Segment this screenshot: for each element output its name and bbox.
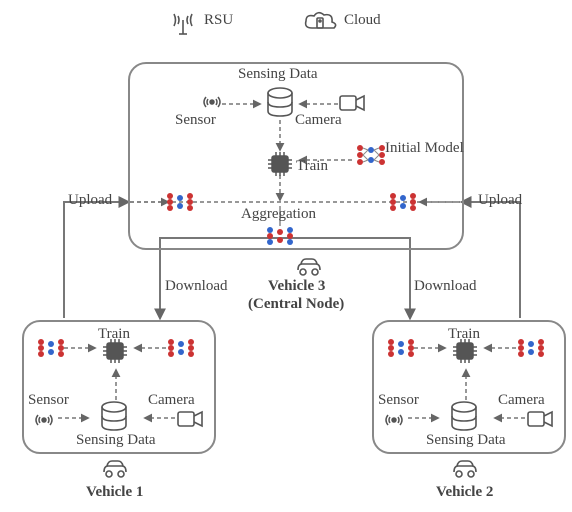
rsu-icon xyxy=(168,8,198,36)
chip-icon xyxy=(452,338,478,364)
sensor-icon xyxy=(382,408,406,432)
nn-icon xyxy=(36,336,66,360)
chip-icon xyxy=(102,338,128,364)
v2-camera: Camera xyxy=(498,392,545,409)
camera-icon xyxy=(176,408,204,430)
v2-sensor: Sensor xyxy=(378,392,419,409)
central-sensing-data: Sensing Data xyxy=(238,66,318,83)
car-icon xyxy=(100,456,130,480)
nn-icon xyxy=(386,336,416,360)
diagram-canvas: RSU Cloud Sensing Data Sensor Camera Tra… xyxy=(0,0,572,512)
car-icon xyxy=(450,456,480,480)
sensor-icon xyxy=(200,90,224,114)
camera-icon xyxy=(338,92,366,114)
car-icon xyxy=(294,254,324,278)
nn-icon-initial xyxy=(354,142,388,168)
vehicle1-label: Vehicle 1 xyxy=(86,484,143,501)
central-initial-model-label: Initial Model xyxy=(385,140,464,157)
vehicle2-label: Vehicle 2 xyxy=(436,484,493,501)
vehicle3-role: (Central Node) xyxy=(248,296,344,313)
central-sensor-label: Sensor xyxy=(175,112,216,129)
nn-icon xyxy=(166,336,196,360)
v2-sensing: Sensing Data xyxy=(426,432,506,449)
cloud-icon xyxy=(300,8,340,36)
v1-sensor: Sensor xyxy=(28,392,69,409)
central-aggregation-label: Aggregation xyxy=(241,206,316,223)
upload-left-label: Upload xyxy=(68,192,112,209)
chip-icon xyxy=(266,150,294,178)
upload-right-label: Upload xyxy=(478,192,522,209)
v1-sensing: Sensing Data xyxy=(76,432,156,449)
nn-icon xyxy=(165,190,195,214)
camera-icon xyxy=(526,408,554,430)
database-icon xyxy=(446,400,482,434)
nn-icon xyxy=(516,336,546,360)
central-train-label: Train xyxy=(296,158,328,175)
vehicle3-label: Vehicle 3 xyxy=(268,278,325,295)
central-camera-label: Camera xyxy=(295,112,342,129)
database-icon xyxy=(262,86,298,120)
nn-icon-aggregated xyxy=(265,224,295,248)
database-icon xyxy=(96,400,132,434)
sensor-icon xyxy=(32,408,56,432)
download-right-label: Download xyxy=(414,278,477,295)
cloud-label: Cloud xyxy=(344,12,381,29)
v1-camera: Camera xyxy=(148,392,195,409)
download-left-label: Download xyxy=(165,278,228,295)
rsu-label: RSU xyxy=(204,12,233,29)
nn-icon xyxy=(388,190,418,214)
